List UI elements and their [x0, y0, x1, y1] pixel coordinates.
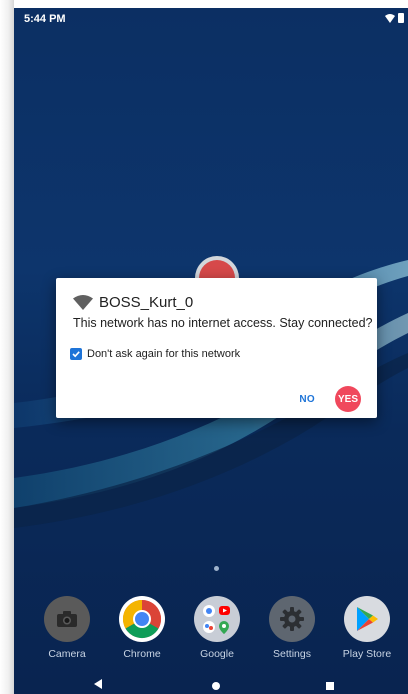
- status-icons: [385, 13, 404, 23]
- dock-app-label: Play Store: [342, 648, 392, 660]
- dock-app-label: Chrome: [123, 648, 161, 660]
- dock-app-google[interactable]: Google: [179, 596, 255, 660]
- dock-app-label: Camera: [48, 648, 86, 660]
- chrome-icon: [119, 596, 165, 642]
- navigation-bar: [14, 672, 408, 694]
- no-button[interactable]: NO: [293, 390, 321, 409]
- camera-icon: [44, 596, 90, 642]
- page-indicator: [214, 566, 219, 571]
- dont-ask-again-checkbox[interactable]: [70, 348, 82, 360]
- home-icon[interactable]: [212, 677, 220, 694]
- dock-app-chrome[interactable]: Chrome: [104, 596, 180, 660]
- play-store-icon: [344, 596, 390, 642]
- checkmark-icon: [72, 351, 80, 358]
- dock-app-camera[interactable]: Camera: [29, 596, 105, 660]
- dialog-message: This network has no internet access. Sta…: [73, 316, 373, 330]
- dialog-title: BOSS_Kurt_0: [99, 294, 194, 311]
- tablet-screen: 5:44 PM BOSS_Kurt_0 This network has no …: [14, 8, 408, 694]
- battery-icon: [398, 13, 404, 23]
- network-dialog: BOSS_Kurt_0 This network has no internet…: [56, 278, 377, 418]
- gear-icon: [269, 596, 315, 642]
- yes-button[interactable]: YES: [335, 386, 361, 412]
- home-dock: Camera Chrome Google Settings Play Store: [14, 596, 408, 660]
- status-bar: 5:44 PM: [14, 8, 408, 30]
- wifi-icon: [73, 295, 93, 310]
- google-folder-icon: [194, 596, 240, 642]
- recents-icon[interactable]: [326, 677, 334, 694]
- back-icon[interactable]: [94, 676, 103, 694]
- dock-app-play-store[interactable]: Play Store: [329, 596, 405, 660]
- dock-app-label: Google: [200, 648, 234, 660]
- dont-ask-again-row[interactable]: Don't ask again for this network: [70, 348, 240, 360]
- dont-ask-again-label: Don't ask again for this network: [87, 348, 241, 360]
- dock-app-settings[interactable]: Settings: [254, 596, 330, 660]
- dialog-actions: NO YES: [293, 386, 361, 412]
- dialog-title-row: BOSS_Kurt_0: [73, 294, 193, 311]
- status-time: 5:44 PM: [24, 13, 66, 25]
- dock-app-label: Settings: [273, 648, 311, 660]
- device-edge: [0, 0, 14, 694]
- wifi-status-icon: [385, 13, 395, 23]
